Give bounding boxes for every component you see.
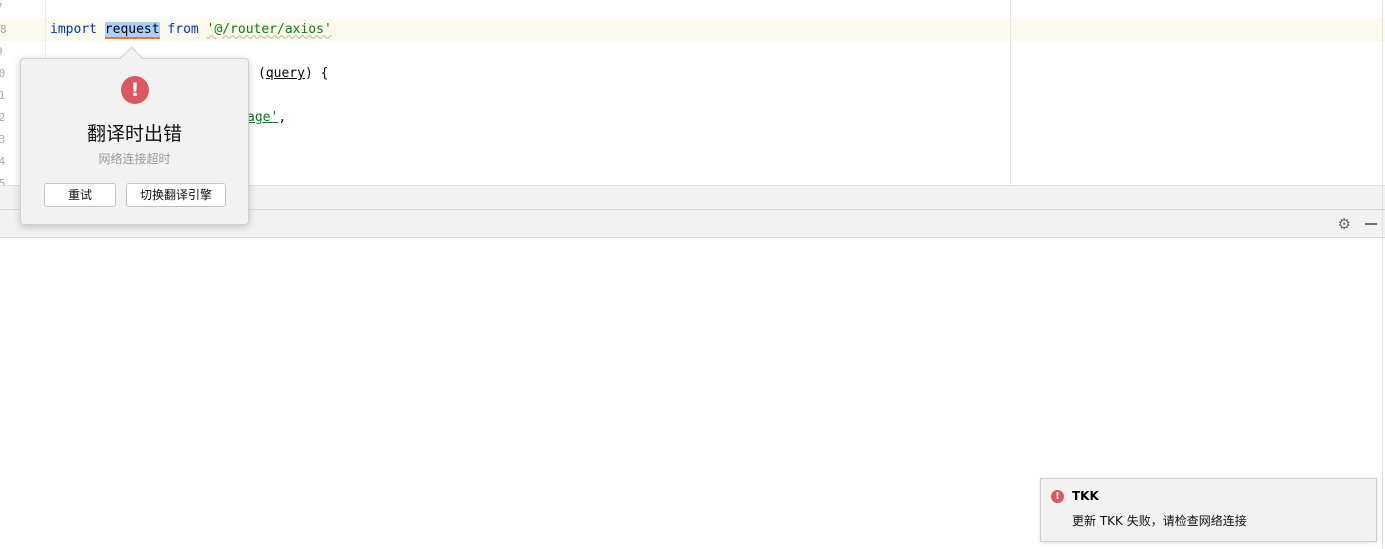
code-line-12: age', [247, 110, 286, 125]
line-number: 14 [0, 155, 6, 168]
translation-error-popup: ! 翻译时出错 网络连接超时 重试 切换翻译引擎 [20, 58, 249, 225]
paren: ( [258, 66, 266, 81]
retry-button[interactable]: 重试 [44, 183, 116, 207]
popup-title: 翻译时出错 [86, 123, 182, 145]
code-text: ) { [304, 66, 329, 81]
code-text: , [278, 110, 287, 125]
string-literal: '@/router/axios' [206, 22, 332, 37]
line-number: 11 [0, 89, 6, 102]
right-margin-guide [1010, 0, 1011, 185]
notification-balloon[interactable]: ! TKK 更新 TKK 失败，请检查网络连接 [1040, 478, 1377, 542]
popup-message: 网络连接超时 [98, 152, 171, 166]
line-number: 10 [0, 67, 6, 80]
line-number: 13 [0, 133, 6, 146]
error-icon: ! [121, 76, 149, 104]
switch-engine-button[interactable]: 切换翻译引擎 [126, 183, 226, 207]
selected-identifier[interactable]: request [104, 22, 160, 39]
gear-icon[interactable]: ⚙ [1338, 215, 1351, 233]
code-line-10: (query) { [258, 66, 328, 81]
notification-message: 更新 TKK 失败，请检查网络连接 [1072, 514, 1247, 528]
parameter: query [265, 66, 305, 81]
error-icon: ! [1051, 490, 1064, 503]
notification-title: TKK [1072, 489, 1099, 503]
keyword: import [50, 22, 97, 37]
line-number: 7 [0, 1, 16, 14]
string-literal: age' [247, 110, 279, 125]
line-number: 9 [0, 45, 16, 58]
line-number: 12 [0, 111, 6, 124]
code-line-8: import request from '@/router/axios' [50, 22, 332, 39]
line-number: 8 [0, 23, 7, 36]
keyword: from [167, 22, 199, 37]
window-border [1382, 0, 1383, 549]
minimize-icon[interactable] [1365, 223, 1377, 225]
